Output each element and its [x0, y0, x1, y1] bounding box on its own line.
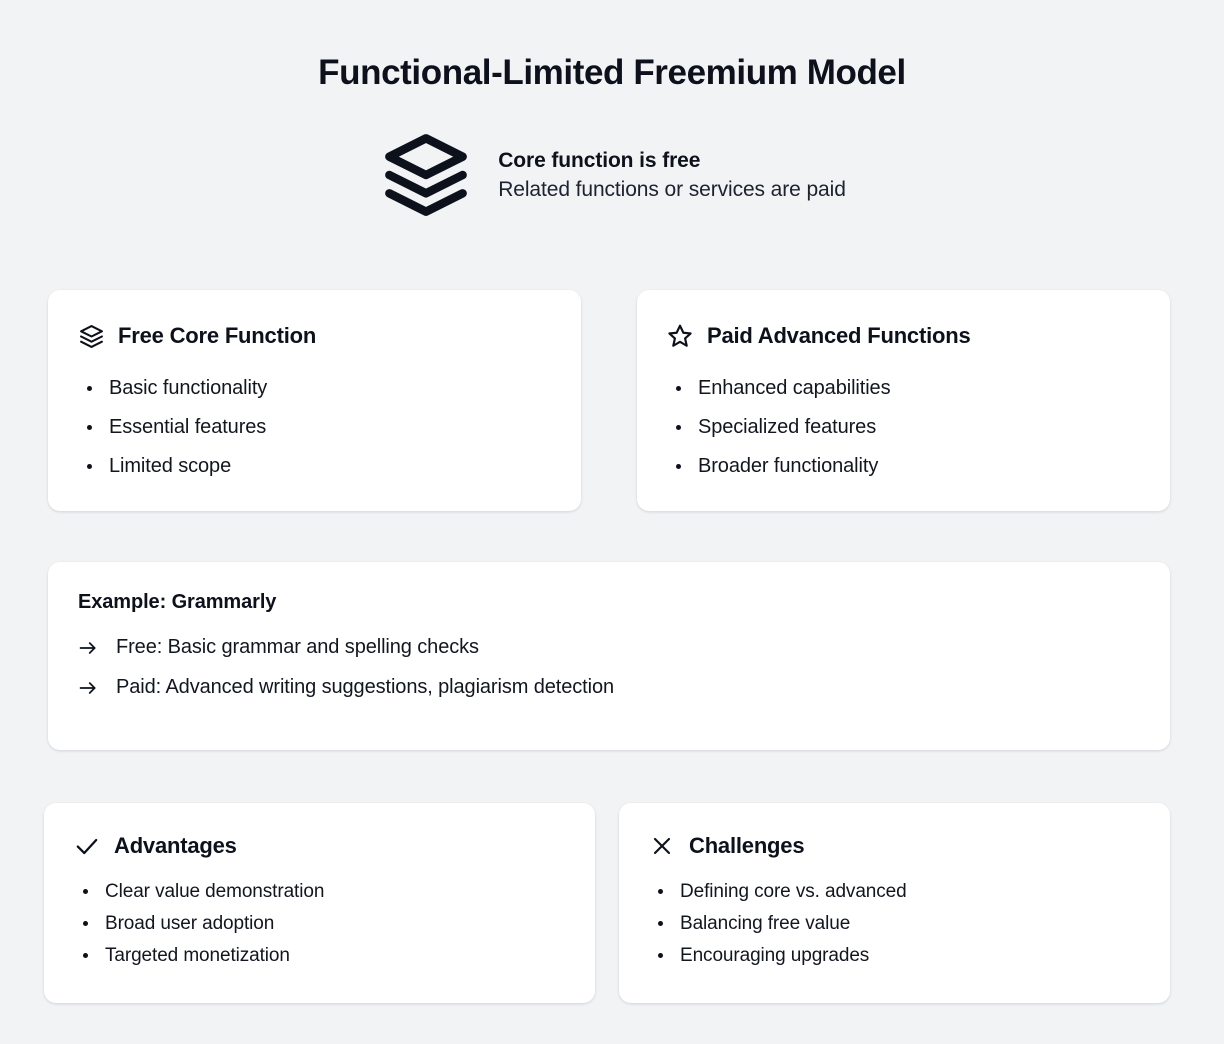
bullet-dot-icon [658, 921, 663, 926]
list-item-label: Basic functionality [109, 377, 268, 399]
hero-text: Core function is free Related functions … [498, 149, 846, 202]
list-item: Limited scope [78, 447, 551, 486]
check-icon [74, 833, 100, 859]
bullet-dot-icon [87, 425, 92, 430]
list-item: Basic functionality [78, 369, 551, 408]
card-header: Advantages [74, 833, 565, 859]
infographic-page: Functional-Limited Freemium Model Core f… [0, 0, 1224, 1044]
bullet-dot-icon [658, 953, 663, 958]
bullet-dot-icon [676, 425, 681, 430]
list-item-label: Defining core vs. advanced [680, 881, 907, 902]
list-item-label: Balancing free value [680, 913, 851, 934]
list-item: Encouraging upgrades [649, 940, 1140, 972]
list-item-label: Broad user adoption [105, 913, 275, 934]
list-item-label: Free: Basic grammar and spelling checks [116, 636, 479, 658]
card-title: Challenges [689, 833, 805, 858]
list-item: Balancing free value [649, 908, 1140, 940]
hero-secondary-text: Related functions or services are paid [498, 177, 846, 201]
card-free-core-function: Free Core Function Basic functionality E… [48, 290, 581, 511]
bullet-dot-icon [83, 889, 88, 894]
list-item: Broad user adoption [74, 908, 565, 940]
list-item: Enhanced capabilities [667, 369, 1140, 408]
list-item: Paid: Advanced writing suggestions, plag… [78, 676, 1140, 699]
list-item: Specialized features [667, 408, 1140, 447]
challenges-list: Defining core vs. advanced Balancing fre… [649, 876, 1140, 972]
paid-advanced-functions-list: Enhanced capabilities Specialized featur… [667, 369, 1140, 486]
list-item-label: Encouraging upgrades [680, 945, 870, 966]
card-advantages: Advantages Clear value demonstration Bro… [44, 803, 595, 1003]
layers-icon [78, 323, 104, 349]
list-item-label: Clear value demonstration [105, 881, 325, 902]
example-list: Free: Basic grammar and spelling checks … [78, 636, 1140, 699]
hero-primary-text: Core function is free [498, 148, 701, 172]
card-paid-advanced-functions: Paid Advanced Functions Enhanced capabil… [637, 290, 1170, 511]
list-item-label: Specialized features [698, 416, 877, 438]
bullet-dot-icon [87, 386, 92, 391]
card-header: Free Core Function [78, 323, 551, 349]
list-item-label: Broader functionality [698, 455, 879, 477]
list-item-label: Paid: Advanced writing suggestions, plag… [116, 676, 615, 698]
hero-banner: Core function is free Related functions … [0, 127, 1224, 223]
bullet-dot-icon [676, 386, 681, 391]
list-item: Essential features [78, 408, 551, 447]
arrow-right-icon [78, 638, 98, 658]
card-title: Example: Grammarly [78, 591, 277, 613]
bullet-dot-icon [658, 889, 663, 894]
bullet-dot-icon [83, 921, 88, 926]
card-title: Advantages [114, 833, 237, 858]
card-example-grammarly: Example: Grammarly Free: Basic grammar a… [48, 562, 1170, 750]
list-item: Defining core vs. advanced [649, 876, 1140, 908]
card-title: Paid Advanced Functions [707, 323, 971, 348]
card-header: Paid Advanced Functions [667, 323, 1140, 349]
bullet-dot-icon [676, 464, 681, 469]
card-title: Free Core Function [118, 323, 317, 348]
list-item-label: Targeted monetization [105, 945, 290, 966]
arrow-right-icon [78, 678, 98, 698]
advantages-list: Clear value demonstration Broad user ado… [74, 876, 565, 972]
card-header: Challenges [649, 833, 1140, 859]
layers-icon [378, 127, 474, 223]
list-item-label: Limited scope [109, 455, 232, 477]
bullet-dot-icon [87, 464, 92, 469]
list-item: Clear value demonstration [74, 876, 565, 908]
page-title: Functional-Limited Freemium Model [318, 53, 906, 92]
list-item-label: Enhanced capabilities [698, 377, 891, 399]
bullet-dot-icon [83, 953, 88, 958]
card-challenges: Challenges Defining core vs. advanced Ba… [619, 803, 1170, 1003]
free-core-function-list: Basic functionality Essential features L… [78, 369, 551, 486]
star-icon [667, 323, 693, 349]
list-item-label: Essential features [109, 416, 267, 438]
list-item: Targeted monetization [74, 940, 565, 972]
close-icon [649, 833, 675, 859]
list-item: Free: Basic grammar and spelling checks [78, 636, 1140, 659]
list-item: Broader functionality [667, 447, 1140, 486]
